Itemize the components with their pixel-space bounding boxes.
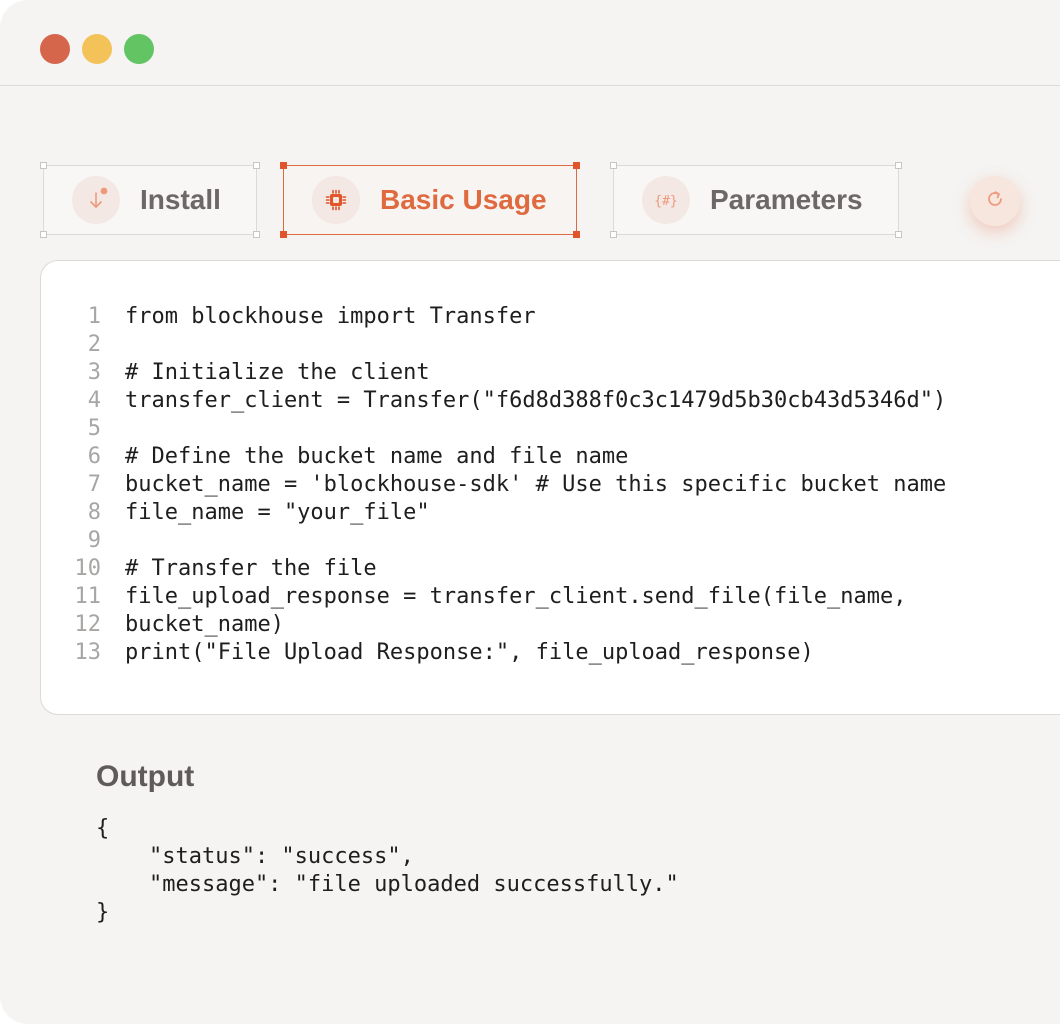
title-bar	[0, 0, 1060, 86]
code-line: 4 transfer_client = Transfer("f6d8d388f0c…	[41, 387, 946, 415]
code-line: 12 bucket_name)	[41, 611, 946, 639]
code-text: file_name = "your_file"	[125, 500, 430, 525]
selection-handle	[895, 231, 902, 238]
code-editor[interactable]: 1 from blockhouse import Transfer 2 3 # Init…	[40, 260, 1060, 715]
tab-basic-usage-label: Basic Usage	[380, 184, 547, 215]
svg-text:{#}: {#}	[654, 194, 677, 209]
selection-handle	[253, 162, 260, 169]
refresh-button[interactable]	[970, 176, 1020, 226]
line-number: 4	[87, 388, 101, 413]
code-text: file_upload_response = transfer_client.s…	[125, 584, 907, 609]
code-line: 2	[41, 331, 946, 359]
line-number: 2	[87, 332, 101, 357]
line-number: 3	[87, 360, 101, 385]
selection-handle	[40, 162, 47, 169]
selection-handle	[895, 162, 902, 169]
minimize-window-button[interactable]	[82, 34, 112, 64]
close-window-button[interactable]	[40, 34, 70, 64]
tab-install-label: Install	[140, 184, 221, 215]
output-block: { "status": "success", "message": "file …	[96, 815, 679, 927]
tab-parameters-label: Parameters	[710, 184, 863, 215]
code-line: 7 bucket_name = 'blockhouse-sdk' # Use th…	[41, 471, 946, 499]
line-number: 13	[74, 640, 102, 665]
code-line: 9	[41, 527, 946, 555]
line-number: 8	[87, 500, 101, 525]
line-number: 9	[87, 528, 101, 553]
line-number: 6	[87, 444, 101, 469]
code-lines: 1 from blockhouse import Transfer 2 3 # Init…	[41, 303, 947, 667]
code-line: 6 # Define the bucket name and file name	[41, 443, 946, 471]
line-number: 1	[87, 304, 101, 329]
line-number: 5	[87, 416, 101, 441]
code-text: transfer_client = Transfer("f6d8d388f0c3…	[125, 388, 947, 413]
selection-handle	[253, 231, 260, 238]
selection-handle	[573, 162, 580, 169]
selection-handle	[573, 231, 580, 238]
line-number: 12	[74, 612, 102, 637]
selection-handle	[610, 231, 617, 238]
download-arrow-icon	[72, 176, 120, 224]
refresh-icon	[984, 188, 1006, 215]
code-text: bucket_name)	[125, 612, 284, 637]
line-number: 11	[74, 584, 102, 609]
app-window: Install Basic Usage {#} Parameters 1 fro…	[0, 0, 1060, 1024]
code-line: 11 file_upload_response = transfer_client…	[41, 583, 946, 611]
code-text: from blockhouse import Transfer	[125, 304, 536, 329]
tab-install[interactable]: Install	[40, 162, 260, 238]
code-text: print("File Upload Response:", file_uplo…	[125, 640, 814, 665]
line-number: 10	[74, 556, 102, 581]
code-text: bucket_name = 'blockhouse-sdk' # Use thi…	[125, 472, 947, 497]
code-line: 10 # Transfer the file	[41, 555, 946, 583]
tab-parameters[interactable]: {#} Parameters	[610, 162, 902, 238]
code-text: # Initialize the client	[125, 360, 430, 385]
selection-handle	[280, 231, 287, 238]
output-line: "status": "success",	[96, 844, 414, 869]
tab-basic-usage[interactable]: Basic Usage	[280, 162, 580, 238]
maximize-window-button[interactable]	[124, 34, 154, 64]
code-line: 8 file_name = "your_file"	[41, 499, 946, 527]
code-text: # Define the bucket name and file name	[125, 444, 629, 469]
selection-handle	[280, 162, 287, 169]
selection-handle	[40, 231, 47, 238]
output-title: Output	[96, 760, 195, 793]
code-line: 3 # Initialize the client	[41, 359, 946, 387]
output-line: }	[96, 900, 110, 925]
line-number: 7	[87, 472, 101, 497]
code-text: # Transfer the file	[125, 556, 377, 581]
braces-hash-icon: {#}	[642, 176, 690, 224]
code-line: 5	[41, 415, 946, 443]
code-line: 13 print("File Upload Response:", file_up…	[41, 639, 946, 667]
output-line: {	[96, 816, 110, 841]
output-line: "message": "file uploaded successfully."	[96, 872, 679, 897]
selection-handle	[610, 162, 617, 169]
code-line: 1 from blockhouse import Transfer	[41, 303, 946, 331]
chip-icon	[312, 176, 360, 224]
